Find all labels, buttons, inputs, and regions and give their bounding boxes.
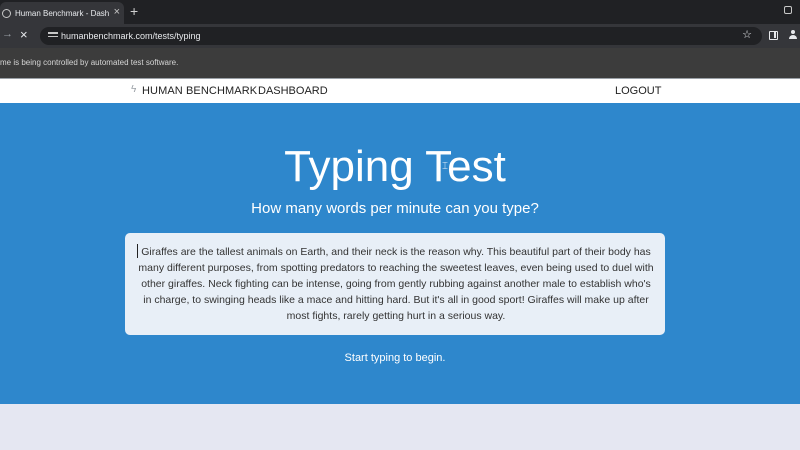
tab-favicon-icon bbox=[2, 8, 11, 18]
stop-loading-icon[interactable]: × bbox=[20, 27, 28, 42]
browser-toolbar: → × humanbenchmark.com/tests/typing ☆ bbox=[0, 24, 800, 48]
typing-passage-box[interactable]: Giraffes are the tallest animals on Eart… bbox=[125, 233, 665, 335]
forward-arrow-icon[interactable]: → bbox=[2, 28, 13, 40]
window-restore-icon[interactable] bbox=[784, 6, 792, 14]
address-bar[interactable]: humanbenchmark.com/tests/typing ☆ bbox=[40, 27, 762, 45]
text-caret bbox=[137, 244, 138, 258]
nav-dashboard-link[interactable]: DASHBOARD bbox=[258, 85, 328, 97]
nav-logout-link[interactable]: LOGOUT bbox=[615, 85, 661, 97]
nav-brand-link[interactable]: HUMAN BENCHMARK bbox=[142, 85, 257, 97]
typing-passage[interactable]: Giraffes are the tallest animals on Eart… bbox=[137, 244, 655, 324]
new-tab-icon[interactable]: + bbox=[130, 4, 138, 18]
page-subtitle: How many words per minute can you type? bbox=[251, 200, 539, 217]
infobar-message: me is being controlled by automated test… bbox=[0, 58, 179, 67]
tab-close-icon[interactable]: × bbox=[114, 6, 120, 18]
site-settings-icon[interactable] bbox=[48, 30, 58, 40]
browser-tabstrip: Human Benchmark - Dashboard × + bbox=[0, 0, 800, 24]
browser-tab[interactable]: Human Benchmark - Dashboard × bbox=[0, 2, 124, 24]
mouse-cursor-icon: ⌶ bbox=[442, 161, 448, 172]
address-url[interactable]: humanbenchmark.com/tests/typing bbox=[61, 31, 201, 41]
site-navbar: ϟ HUMAN BENCHMARK DASHBOARD LOGOUT bbox=[0, 78, 800, 103]
page-title: Typing Test bbox=[284, 142, 506, 191]
lightning-bolt-icon[interactable]: ϟ bbox=[131, 84, 136, 95]
typing-test-hero: Typing Test ⌶ How many words per minute … bbox=[0, 103, 800, 404]
start-hint: Start typing to begin. bbox=[344, 352, 446, 364]
bookmark-star-icon[interactable]: ☆ bbox=[742, 28, 752, 41]
tab-title: Human Benchmark - Dashboard bbox=[15, 8, 109, 18]
automation-infobar: me is being controlled by automated test… bbox=[0, 48, 800, 78]
profile-icon[interactable] bbox=[789, 30, 797, 41]
side-panel-icon[interactable] bbox=[769, 31, 778, 40]
